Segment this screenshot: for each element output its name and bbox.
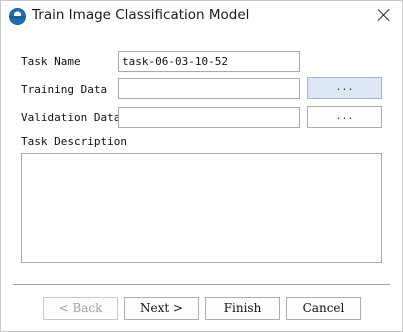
validation-data-input[interactable] (118, 107, 300, 128)
training-data-label: Training Data (21, 83, 108, 96)
task-description-label: Task Description (21, 135, 127, 148)
validation-data-label: Validation Data (21, 111, 121, 124)
training-data-input[interactable] (118, 78, 300, 99)
validation-data-browse-button[interactable]: ... (307, 106, 382, 128)
finish-button[interactable]: Finish (205, 297, 280, 320)
back-button[interactable]: < Back (43, 297, 118, 320)
app-logo-icon (9, 8, 26, 25)
task-name-input[interactable] (118, 51, 300, 72)
cancel-button[interactable]: Cancel (286, 297, 361, 320)
close-icon[interactable] (376, 7, 392, 23)
task-name-label: Task Name (21, 55, 81, 68)
footer-divider (13, 284, 390, 286)
task-description-textarea[interactable] (21, 153, 382, 263)
next-button[interactable]: Next > (124, 297, 199, 320)
training-data-browse-button[interactable]: ... (307, 77, 382, 99)
title-bar: Train Image Classification Model (1, 1, 402, 32)
window-title: Train Image Classification Model (32, 7, 250, 23)
train-model-dialog: Train Image Classification Model Task Na… (0, 0, 403, 332)
